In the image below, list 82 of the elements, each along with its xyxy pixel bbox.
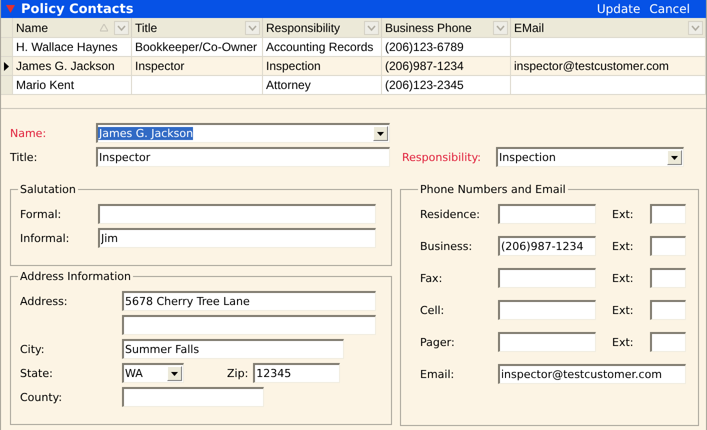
- caret-icon: [377, 132, 384, 136]
- field-label: Ext:: [612, 336, 634, 348]
- field-label: Ext:: [612, 240, 634, 252]
- input-field[interactable]: [98, 204, 376, 224]
- row-header[interactable]: [1, 57, 13, 75]
- table-cell: Accounting Records: [263, 38, 382, 56]
- panel-title: Policy Contacts: [21, 2, 134, 16]
- field-label: Residence:: [420, 208, 481, 220]
- phone-field[interactable]: [498, 204, 596, 224]
- table-cell: Attorney: [263, 76, 382, 94]
- column-header[interactable]: Title: [132, 18, 263, 37]
- phone-field[interactable]: [498, 268, 596, 288]
- field-label: County:: [20, 390, 64, 404]
- group-title: Salutation: [19, 183, 77, 196]
- field-label: Email:: [420, 368, 456, 380]
- table-row[interactable]: Mario Kent Attorney (206)123-2345: [1, 76, 706, 95]
- column-header[interactable]: Responsibility: [263, 18, 382, 37]
- dropdown-button[interactable]: [373, 126, 388, 141]
- collapse-icon: [6, 5, 15, 13]
- group-title: Address Information: [19, 270, 132, 283]
- header-link[interactable]: Cancel: [649, 2, 690, 16]
- dropdown-button[interactable]: [667, 150, 682, 165]
- column-header[interactable]: EMail: [511, 18, 706, 37]
- city-field[interactable]: Summer Falls: [122, 339, 344, 359]
- filter-icon: [364, 20, 379, 34]
- address-field[interactable]: 5678 Cherry Tree Lane: [122, 291, 376, 311]
- field-label: Ext:: [612, 208, 634, 220]
- address-field[interactable]: [122, 315, 376, 335]
- extension-field[interactable]: [650, 204, 686, 224]
- field-label: Informal:: [20, 232, 70, 244]
- caret-icon: [671, 156, 678, 160]
- table-row[interactable]: H. Wallace Haynes Bookkeeper/Co-Owner Accounting Records (206)123-6789: [1, 38, 706, 57]
- table-row[interactable]: James G. Jackson Inspector Inspection (206)987-1234 inspector@testcustomer.com: [1, 57, 706, 76]
- table-cell: Bookkeeper/Co-Owner: [132, 38, 263, 56]
- table-cell: (206)123-6789: [382, 38, 511, 56]
- table-cell: inspector@testcustomer.com: [511, 57, 706, 75]
- filter-icon: [114, 20, 129, 34]
- title-field[interactable]: Inspector: [96, 147, 390, 167]
- current-row-icon: [4, 62, 9, 70]
- filter-icon: [245, 20, 260, 34]
- extension-field[interactable]: [650, 332, 686, 352]
- table-cell: (206)123-2345: [382, 76, 511, 94]
- phone-field[interactable]: [498, 300, 596, 320]
- extension-field[interactable]: [650, 268, 686, 288]
- zip-field[interactable]: 12345: [253, 363, 340, 383]
- name-dropdown[interactable]: James G. Jackson: [96, 123, 390, 143]
- field-label: Responsibility:: [402, 150, 482, 164]
- field-label: Business:: [420, 240, 474, 252]
- field-label: Formal:: [20, 208, 62, 220]
- field-label: Name:: [10, 126, 48, 140]
- dropdown-button[interactable]: [167, 366, 182, 381]
- caret-icon: [171, 372, 178, 376]
- extension-field[interactable]: [650, 236, 686, 256]
- phone-field[interactable]: (206)987-1234: [498, 236, 596, 256]
- field-label: Ext:: [612, 272, 634, 284]
- email-field[interactable]: inspector@testcustomer.com: [498, 364, 686, 384]
- column-header[interactable]: Business Phone: [382, 18, 511, 37]
- field-label: Pager:: [420, 336, 456, 348]
- table-cell: Inspection: [263, 57, 382, 75]
- state-dropdown[interactable]: WA: [122, 363, 184, 383]
- field-label: Cell:: [420, 304, 446, 316]
- field-label: Title:: [10, 150, 38, 164]
- county-field[interactable]: [122, 387, 264, 407]
- field-label: Zip:: [227, 366, 248, 380]
- filter-icon: [688, 20, 703, 34]
- extension-field[interactable]: [650, 300, 686, 320]
- responsibility-dropdown[interactable]: Inspection: [496, 147, 684, 167]
- header-link[interactable]: Update: [596, 2, 640, 16]
- table-cell: Mario Kent: [13, 76, 132, 94]
- phone-field[interactable]: [498, 332, 596, 352]
- field-label: Ext:: [612, 304, 634, 316]
- column-header[interactable]: Name: [13, 18, 132, 37]
- field-label: Fax:: [420, 272, 444, 284]
- table-cell: (206)987-1234: [382, 57, 511, 75]
- field-label: City:: [20, 342, 46, 356]
- table-cell: James G. Jackson: [13, 57, 132, 75]
- filter-icon: [493, 20, 508, 34]
- group-title: Phone Numbers and Email: [419, 183, 567, 196]
- field-label: State:: [20, 366, 54, 380]
- field-label: Address:: [20, 294, 69, 308]
- table-cell: Inspector: [132, 57, 263, 75]
- table-cell: H. Wallace Haynes: [13, 38, 132, 56]
